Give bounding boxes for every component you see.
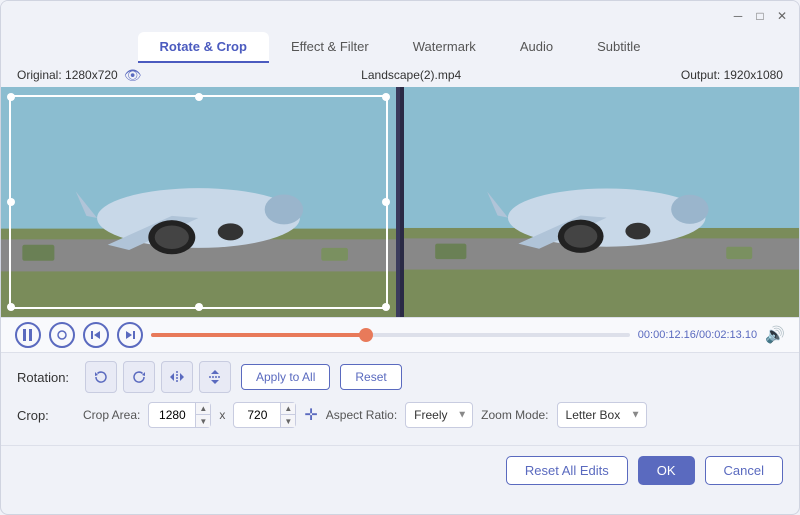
video-info-bar: Original: 1280x720 👁 Landscape(2).mp4 Ou… xyxy=(1,63,799,87)
crop-handle-bm[interactable] xyxy=(195,303,203,311)
crop-label: Crop: xyxy=(17,408,75,423)
crop-handle-bl[interactable] xyxy=(7,303,15,311)
crop-width-down[interactable]: ▼ xyxy=(196,415,210,427)
step-back-button[interactable] xyxy=(83,322,109,348)
footer: Reset All Edits OK Cancel xyxy=(1,445,799,495)
rotation-buttons xyxy=(85,361,231,393)
output-resolution-label: Output: 1920x1080 xyxy=(681,68,783,82)
eye-icon[interactable]: 👁 xyxy=(124,67,142,84)
playback-bar: 00:00:12.16/00:02:13.10 🔊 xyxy=(1,317,799,353)
ok-button[interactable]: OK xyxy=(638,456,695,485)
crop-area-label: Crop Area: xyxy=(83,408,140,422)
aspect-ratio-select-wrap: Freely 16:9 4:3 1:1 9:16 ▼ xyxy=(405,402,473,428)
main-window: ─ □ ✕ Rotate & Crop Effect & Filter Wate… xyxy=(0,0,800,515)
crop-width-spinners: ▲ ▼ xyxy=(195,403,210,427)
video-panel-right xyxy=(404,87,799,317)
rotation-label: Rotation: xyxy=(17,370,75,385)
video-panel-left xyxy=(1,87,400,317)
tab-audio[interactable]: Audio xyxy=(498,32,575,63)
aspect-ratio-select[interactable]: Freely 16:9 4:3 1:1 9:16 xyxy=(405,402,473,428)
rotate-cw-button[interactable] xyxy=(123,361,155,393)
title-bar: ─ □ ✕ xyxy=(1,1,799,25)
video-output-info: Output: 1920x1080 xyxy=(681,68,783,82)
close-button[interactable]: ✕ xyxy=(775,9,789,23)
x-separator: x xyxy=(219,408,225,422)
step-forward-button[interactable] xyxy=(117,322,143,348)
crop-handle-br[interactable] xyxy=(382,303,390,311)
video-filename: Landscape(2).mp4 xyxy=(361,68,461,82)
tab-effect-filter[interactable]: Effect & Filter xyxy=(269,32,391,63)
video-original-info: Original: 1280x720 👁 xyxy=(17,67,142,84)
crop-height-up[interactable]: ▲ xyxy=(281,403,295,415)
crop-handle-mr[interactable] xyxy=(382,198,390,206)
zoom-mode-select-wrap: Letter Box Pan & Scan Full ▼ xyxy=(557,402,647,428)
maximize-button[interactable]: □ xyxy=(753,9,767,23)
reset-rotation-button[interactable]: Reset xyxy=(340,364,401,390)
flip-horizontal-button[interactable] xyxy=(161,361,193,393)
tabs-bar: Rotate & Crop Effect & Filter Watermark … xyxy=(1,25,799,63)
zoom-mode-label: Zoom Mode: xyxy=(481,408,548,422)
crop-width-up[interactable]: ▲ xyxy=(196,403,210,415)
video-preview-right xyxy=(404,87,799,317)
crop-height-input[interactable] xyxy=(234,408,280,422)
tab-watermark[interactable]: Watermark xyxy=(391,32,498,63)
crop-handle-ml[interactable] xyxy=(7,198,15,206)
minimize-button[interactable]: ─ xyxy=(731,9,745,23)
reset-all-edits-button[interactable]: Reset All Edits xyxy=(506,456,628,485)
aspect-ratio-label: Aspect Ratio: xyxy=(326,408,397,422)
original-resolution-label: Original: 1280x720 xyxy=(17,68,118,82)
crop-height-input-wrap: ▲ ▼ xyxy=(233,402,296,428)
stop-button[interactable] xyxy=(49,322,75,348)
crop-width-input-wrap: ▲ ▼ xyxy=(148,402,211,428)
crop-row: Crop: Crop Area: ▲ ▼ x ▲ ▼ ✛ Aspect Rati… xyxy=(17,399,783,431)
crosshair-icon: ✛ xyxy=(304,405,317,425)
window-controls: ─ □ ✕ xyxy=(731,9,789,23)
filename-label: Landscape(2).mp4 xyxy=(361,68,461,82)
apply-to-all-button[interactable]: Apply to All xyxy=(241,364,330,390)
tab-rotate-crop[interactable]: Rotate & Crop xyxy=(138,32,269,63)
crop-handle-tr[interactable] xyxy=(382,93,390,101)
crop-overlay[interactable] xyxy=(9,95,388,309)
zoom-mode-select[interactable]: Letter Box Pan & Scan Full xyxy=(557,402,647,428)
playback-time: 00:00:12.16/00:02:13.10 xyxy=(638,329,757,341)
crop-handle-tm[interactable] xyxy=(195,93,203,101)
rotation-row: Rotation: Apply to All Reset xyxy=(17,361,783,393)
crop-height-spinners: ▲ ▼ xyxy=(280,403,295,427)
progress-bar[interactable] xyxy=(151,333,630,337)
video-panels xyxy=(1,87,799,317)
tab-subtitle[interactable]: Subtitle xyxy=(575,32,662,63)
rotate-ccw-button[interactable] xyxy=(85,361,117,393)
crop-handle-tl[interactable] xyxy=(7,93,15,101)
progress-fill xyxy=(151,333,366,337)
crop-height-down[interactable]: ▼ xyxy=(281,415,295,427)
crop-width-input[interactable] xyxy=(149,408,195,422)
progress-thumb[interactable] xyxy=(359,328,373,342)
video-section xyxy=(1,87,799,317)
flip-vertical-button[interactable] xyxy=(199,361,231,393)
volume-icon[interactable]: 🔊 xyxy=(765,325,785,345)
play-pause-button[interactable] xyxy=(15,322,41,348)
video-preview-left xyxy=(1,87,396,317)
cancel-button[interactable]: Cancel xyxy=(705,456,783,485)
controls-section: Rotation: Apply to All Reset Crop: xyxy=(1,353,799,445)
